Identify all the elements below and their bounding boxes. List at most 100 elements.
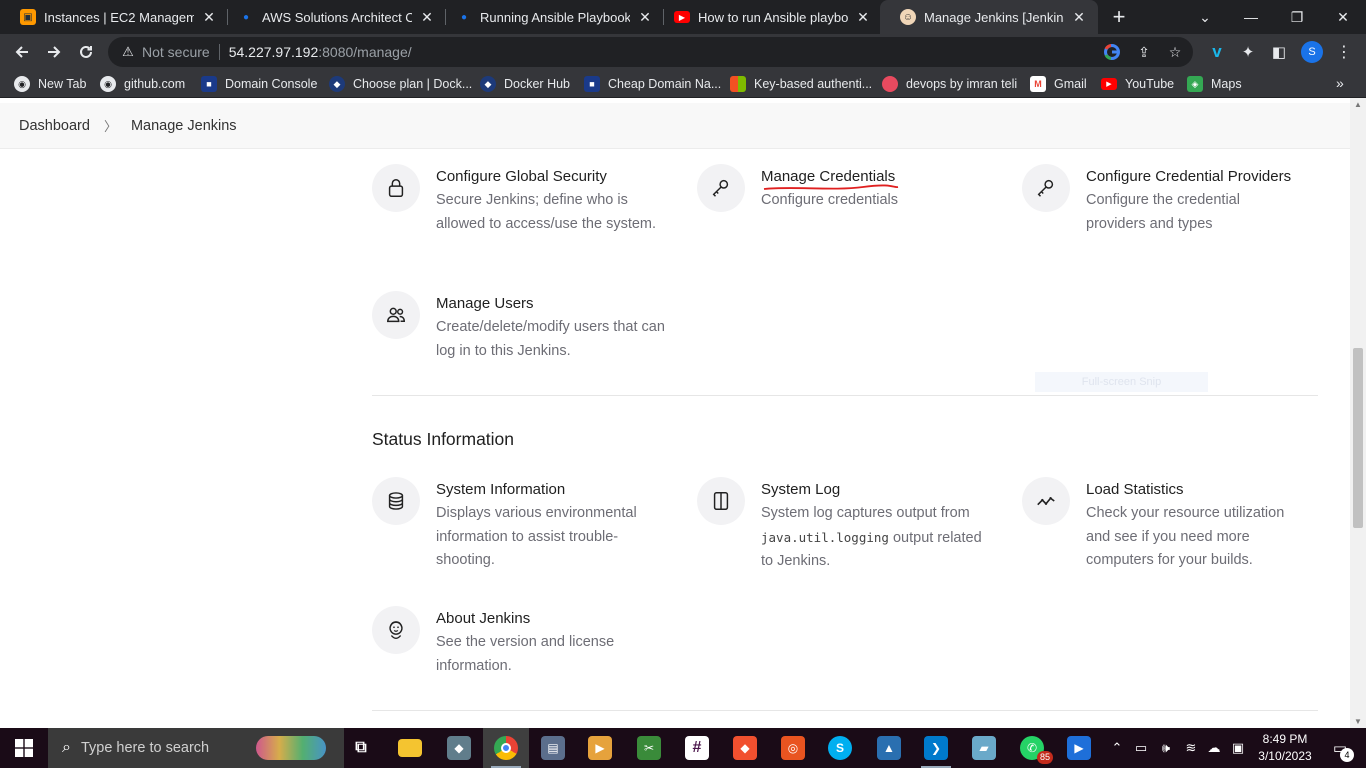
chevron-up-icon[interactable]: ⌃ (1108, 728, 1126, 768)
breadcrumb-dashboard[interactable]: Dashboard (19, 118, 90, 134)
bookmark-github[interactable]: ◉ github.com (100, 75, 185, 93)
google-lens-icon[interactable] (1103, 43, 1121, 61)
restore-button[interactable]: ❐ (1274, 0, 1320, 34)
scrollbar-thumb[interactable] (1353, 348, 1363, 528)
back-button[interactable] (8, 38, 36, 66)
taskbar-app-file-explorer[interactable] (387, 728, 433, 768)
page-scrollbar[interactable]: ▲ ▼ (1350, 98, 1366, 728)
notification-center-button[interactable]: ▭ 4 (1320, 728, 1360, 768)
tab-aws-solutions-architect[interactable]: ● AWS Solutions Architect Cert ✕ (218, 0, 446, 34)
tab-manage-jenkins[interactable]: ☺ Manage Jenkins [Jenkins] ✕ (880, 0, 1098, 34)
scroll-up-icon[interactable]: ▲ (1350, 100, 1366, 109)
taskbar-app-ubuntu[interactable]: ◎ (770, 728, 816, 768)
scroll-down-icon[interactable]: ▼ (1350, 717, 1366, 726)
taskbar-app-snip[interactable]: ✂ (626, 728, 672, 768)
system-log-item[interactable]: System Log System log captures output fr… (697, 477, 997, 574)
taskbar-app-vscode[interactable]: ❯ (913, 728, 959, 768)
bookmarks-bar: ◉ New Tab ◉ github.com ■ Domain Console ◆ Ch… (0, 70, 1366, 98)
system-information-item[interactable]: System Information Displays various envi… (372, 477, 672, 573)
volume-icon[interactable]: 🕪 (1155, 728, 1177, 768)
configure-global-security-item[interactable]: Configure Global Security Secure Jenkins… (372, 164, 672, 236)
lock-icon (372, 164, 420, 212)
profile-avatar[interactable]: S (1301, 41, 1323, 63)
tab-search-chevron-icon[interactable]: ⌄ (1182, 0, 1228, 34)
taskbar-app-media[interactable]: ▶ (577, 728, 623, 768)
not-secure-label[interactable]: Not secure (142, 44, 210, 60)
side-panel-icon[interactable]: ◧ (1268, 41, 1290, 63)
taskbar-app-chrome[interactable] (483, 728, 529, 768)
bookmark-choose-plan-docker[interactable]: ◆ Choose plan | Dock... (329, 75, 472, 93)
tab-ec2-instances[interactable]: ▣ Instances | EC2 Management ✕ (0, 0, 228, 34)
full-screen-snip-overlay: Full-screen Snip (1035, 372, 1208, 392)
meet-now-icon[interactable]: ▣ (1227, 728, 1249, 768)
start-button[interactable] (0, 728, 48, 768)
reload-button[interactable] (72, 38, 100, 66)
bookmark-youtube[interactable]: ▶ YouTube (1101, 75, 1174, 93)
taskbar-app-skype[interactable]: S (817, 728, 863, 768)
load-statistics-item[interactable]: Load Statistics Check your resource util… (1022, 477, 1322, 573)
item-title[interactable]: System Information (436, 480, 656, 500)
kebab-menu-icon[interactable]: ⋮ (1333, 41, 1355, 63)
tab-running-ansible-playbook[interactable]: ● Running Ansible Playbook fro ✕ (436, 0, 664, 34)
taskbar-app-photos2[interactable]: ▲ (866, 728, 912, 768)
close-icon[interactable]: ✕ (636, 9, 654, 26)
bookmark-gmail[interactable]: M Gmail (1030, 75, 1087, 93)
taskbar-app-git[interactable]: ◆ (722, 728, 768, 768)
battery-icon[interactable]: ▭ (1130, 728, 1152, 768)
section-divider (372, 395, 1318, 396)
system-clock[interactable]: 8:49 PM 3/10/2023 (1254, 731, 1316, 765)
bookmark-domain-console[interactable]: ■ Domain Console (201, 75, 317, 93)
taskbar-app-notepad[interactable]: ▰ (961, 728, 1007, 768)
bookmark-star-icon[interactable]: ☆ (1166, 43, 1184, 61)
close-icon[interactable]: ✕ (200, 9, 218, 26)
breadcrumb-manage-jenkins[interactable]: Manage Jenkins (131, 118, 237, 134)
task-view-button[interactable]: ⧉ (338, 728, 384, 768)
configure-credential-providers-item[interactable]: Configure Credential Providers Configure… (1022, 164, 1322, 236)
close-icon[interactable]: ✕ (854, 9, 872, 26)
share-icon[interactable]: ⇪ (1135, 43, 1153, 61)
video-player-icon: ▶ (1067, 736, 1091, 760)
close-icon[interactable]: ✕ (1070, 9, 1088, 26)
bookmark-new-tab[interactable]: ◉ New Tab (14, 75, 86, 93)
item-title[interactable]: Manage Users (436, 294, 666, 314)
jenkins-head-icon (372, 606, 420, 654)
url-text[interactable]: 54.227.97.192:8080/manage/ (229, 44, 412, 60)
wifi-icon[interactable]: ≋ (1180, 728, 1202, 768)
bookmark-label: Maps (1211, 77, 1242, 91)
onedrive-cloud-icon[interactable]: ☁ (1203, 728, 1225, 768)
item-title[interactable]: Configure Credential Providers (1086, 167, 1291, 187)
minimize-button[interactable]: — (1228, 0, 1274, 34)
taskbar-app-photos[interactable]: ▤ (530, 728, 576, 768)
aws-icon: ▣ (20, 9, 36, 25)
bookmark-devops-imran[interactable]: devops by imran teli (882, 75, 1017, 93)
about-jenkins-item[interactable]: About Jenkins See the version and licens… (372, 606, 672, 678)
bookmark-key-based-auth[interactable]: Key-based authenti... (730, 75, 872, 93)
extensions-puzzle-icon[interactable]: ✦ (1237, 41, 1259, 63)
forward-button[interactable] (40, 38, 68, 66)
manage-users-item[interactable]: Manage Users Create/delete/modify users … (372, 291, 672, 363)
taskbar-app-slack[interactable]: # (674, 728, 720, 768)
manage-credentials-item[interactable]: Manage Credentials Configure credentials (697, 164, 997, 213)
item-title[interactable]: Configure Global Security (436, 167, 666, 187)
taskbar-app-whatsapp[interactable]: ✆ 85 (1009, 728, 1055, 768)
section-divider (372, 710, 1318, 711)
new-tab-button[interactable]: + (1108, 4, 1130, 30)
bookmark-docker-hub[interactable]: ◆ Docker Hub (480, 75, 570, 93)
tab-how-to-run-ansible[interactable]: ▶ How to run Ansible playbook ✕ (654, 0, 882, 34)
close-window-button[interactable]: ✕ (1320, 0, 1366, 34)
vimeo-extension-icon[interactable]: v (1206, 41, 1228, 63)
item-description: Create/delete/modify users that can log … (436, 319, 665, 359)
item-title[interactable]: System Log (761, 480, 991, 500)
more-bookmarks-icon[interactable]: » (1336, 75, 1344, 91)
taskbar-app-video-player[interactable]: ▶ (1056, 728, 1102, 768)
bookmark-maps[interactable]: ◈ Maps (1187, 75, 1242, 93)
address-bar[interactable]: ⚠ Not secure 54.227.97.192:8080/manage/ (108, 37, 1193, 67)
bookmark-cheap-domain[interactable]: ■ Cheap Domain Na... (584, 75, 721, 93)
github-icon: ◉ (100, 76, 116, 92)
warning-icon[interactable]: ⚠ (120, 44, 136, 60)
close-icon[interactable]: ✕ (418, 9, 436, 26)
taskbar-search-box[interactable]: ⌕ Type here to search (48, 728, 344, 768)
item-title[interactable]: About Jenkins (436, 609, 636, 629)
item-title[interactable]: Load Statistics (1086, 480, 1306, 500)
taskbar-app-store[interactable]: ◆ (436, 728, 482, 768)
